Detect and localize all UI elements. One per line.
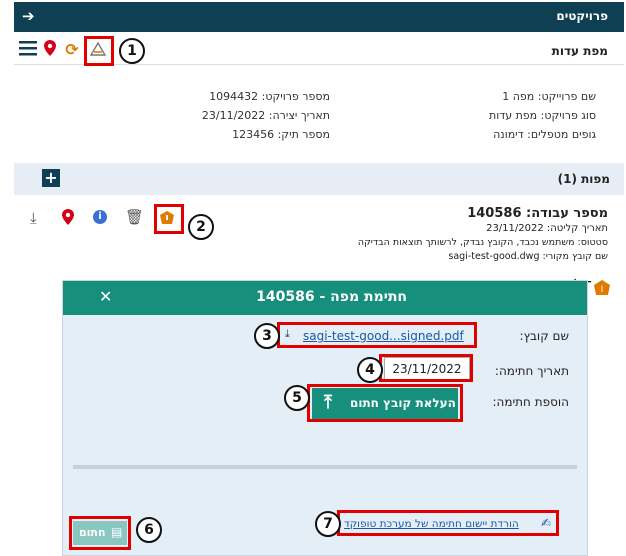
project-number: מספר פרויקט: 1094432	[209, 90, 330, 103]
location-pin-icon[interactable]	[62, 209, 74, 229]
callout-number-6: 6	[136, 517, 162, 543]
project-created: תאריך יצירה: 23/11/2022	[201, 109, 330, 122]
callout-box-1	[84, 36, 114, 66]
work-status: סטטוס: משתמש נכבד, הקובץ נבדק, לרשותך תו…	[357, 237, 608, 248]
separator	[73, 465, 577, 469]
work-item: מספר עבודה: 140586 תאריך קליטה: 23/11/20…	[248, 206, 608, 262]
svg-text:I: I	[601, 285, 604, 295]
project-file-number: מספר תיק: 123456	[232, 128, 330, 141]
project-details-left: מספר פרויקט: 1094432 תאריך יצירה: 23/11/…	[130, 90, 330, 141]
work-number: מספר עבודה: 140586	[467, 206, 608, 221]
menu-icon[interactable]	[18, 40, 38, 60]
refresh-icon[interactable]: ⟳	[62, 40, 82, 60]
file-name-label: שם קובץ:	[519, 329, 569, 343]
maps-section-header: + מפות (1)	[14, 163, 624, 195]
callout-number-5: 5	[284, 385, 310, 411]
location-pin-icon[interactable]	[40, 40, 60, 60]
callout-number-2: 2	[188, 214, 214, 240]
callout-number-4: 4	[357, 357, 383, 383]
callout-box-3	[277, 322, 477, 348]
trash-icon[interactable]: 🗑	[125, 208, 144, 226]
info-icon[interactable]: i	[93, 210, 107, 224]
add-map-button[interactable]: +	[42, 169, 60, 187]
back-arrow-icon[interactable]: ➔	[22, 7, 35, 25]
work-source-file: שם קובץ מקורי: sagi-test-good.dwg	[448, 251, 608, 262]
project-type: סוג פרויקט: מפת עדות	[488, 109, 596, 122]
callout-number-7: 7	[315, 511, 341, 537]
modal-header: ✕ חתימת מפה - 140586	[63, 281, 587, 315]
callout-box-7	[337, 510, 559, 536]
modal-title: חתימת מפה - 140586	[256, 289, 407, 305]
callout-box-2	[154, 204, 184, 234]
top-bar: ➔ פרויקטים	[14, 2, 624, 32]
download-icon[interactable]: ⤓	[30, 209, 37, 227]
add-signature-label: הוספת חתימה:	[492, 395, 569, 409]
callout-box-4	[379, 354, 473, 382]
callout-number-1: 1	[119, 38, 145, 64]
sign-date-label: תאריך חתימה:	[494, 364, 569, 378]
callout-box-5	[307, 384, 463, 422]
close-icon[interactable]: ✕	[99, 287, 112, 306]
legend-sign-icon: I	[594, 280, 610, 296]
sign-map-modal: ✕ חתימת מפה - 140586 שם קובץ: ⤓ sagi-tes…	[62, 280, 588, 556]
callout-number-3: 3	[254, 323, 280, 349]
project-name: שם פרוייקט: מפה 1	[502, 90, 596, 103]
map-section-title: מפת עדות	[551, 44, 608, 58]
callout-box-6	[69, 516, 131, 550]
project-bodies: גופים מטפלים: דימונה	[493, 128, 596, 141]
maps-section-title: מפות (1)	[557, 172, 610, 186]
project-details-right: שם פרוייקט: מפה 1 סוג פרויקט: מפת עדות ג…	[336, 90, 596, 141]
work-received-date: תאריך קליטה: 23/11/2022	[486, 223, 608, 234]
projects-title: פרויקטים	[556, 9, 608, 23]
